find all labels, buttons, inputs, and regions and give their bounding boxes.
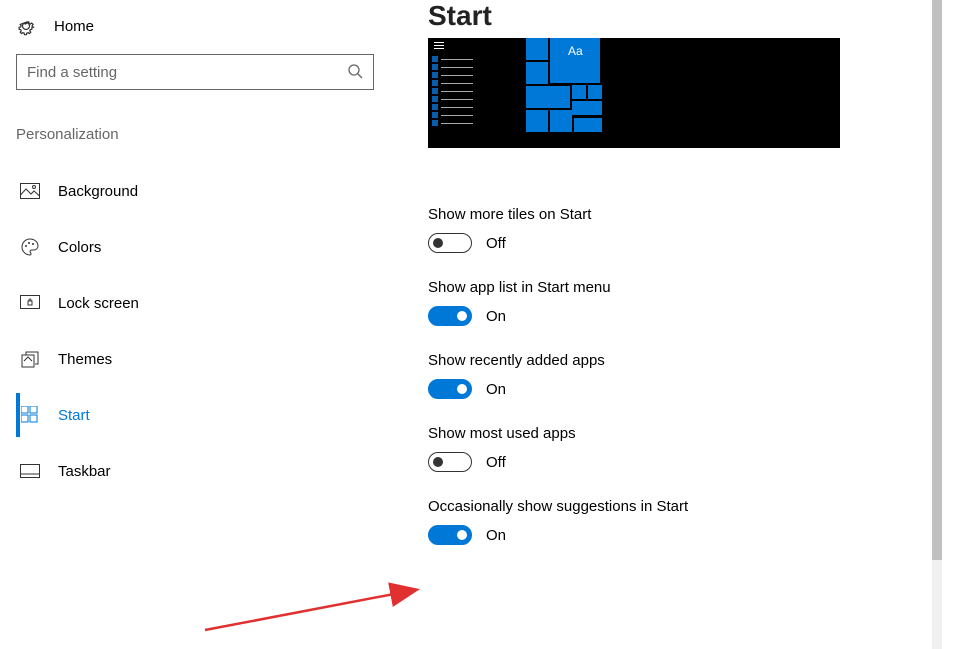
sidebar-item-themes[interactable]: Themes <box>16 337 364 381</box>
main-content: Start <box>380 0 956 649</box>
sidebar-item-label: Lock screen <box>58 295 139 312</box>
setting-recently-added: Show recently added apps On <box>428 352 956 399</box>
home-button[interactable]: Home <box>16 12 364 54</box>
preview-sample-text: Aa <box>568 44 583 58</box>
start-icon <box>20 405 40 425</box>
toggle-more-tiles[interactable] <box>428 233 472 253</box>
sidebar-item-background[interactable]: Background <box>16 169 364 213</box>
home-label: Home <box>54 18 94 35</box>
sidebar-item-label: Background <box>58 183 138 200</box>
toggle-state: Off <box>486 235 506 252</box>
section-title: Personalization <box>16 126 364 143</box>
page-title: Start <box>428 0 956 32</box>
toggle-suggestions[interactable] <box>428 525 472 545</box>
settings-list: Show more tiles on Start Off Show app li… <box>428 206 956 545</box>
search-input-container[interactable] <box>16 54 374 90</box>
setting-label: Show app list in Start menu <box>428 279 956 296</box>
taskbar-icon <box>20 461 40 481</box>
picture-icon <box>20 181 40 201</box>
gear-icon <box>16 16 36 36</box>
themes-icon <box>20 349 40 369</box>
hamburger-icon <box>434 42 444 51</box>
toggle-state: On <box>486 527 506 544</box>
lockscreen-icon <box>20 293 40 313</box>
toggle-state: On <box>486 308 506 325</box>
setting-label: Show recently added apps <box>428 352 956 369</box>
sidebar-item-label: Start <box>58 407 90 424</box>
setting-most-used: Show most used apps Off <box>428 425 956 472</box>
sidebar-item-label: Colors <box>58 239 101 256</box>
scrollbar[interactable] <box>932 0 942 649</box>
setting-label: Show more tiles on Start <box>428 206 956 223</box>
sidebar-item-start[interactable]: Start <box>16 393 364 437</box>
toggle-recently-added[interactable] <box>428 379 472 399</box>
setting-label: Show most used apps <box>428 425 956 442</box>
toggle-state: Off <box>486 454 506 471</box>
scrollbar-thumb[interactable] <box>932 0 942 560</box>
start-preview: Aa <box>428 38 840 148</box>
setting-more-tiles: Show more tiles on Start Off <box>428 206 956 253</box>
setting-app-list: Show app list in Start menu On <box>428 279 956 326</box>
palette-icon <box>20 237 40 257</box>
toggle-state: On <box>486 381 506 398</box>
sidebar-item-colors[interactable]: Colors <box>16 225 364 269</box>
sidebar-item-label: Taskbar <box>58 463 111 480</box>
nav-list: Background Colors Lock screen Themes <box>16 169 364 493</box>
search-icon <box>347 63 363 82</box>
search-input[interactable] <box>27 64 347 81</box>
sidebar-item-lockscreen[interactable]: Lock screen <box>16 281 364 325</box>
toggle-app-list[interactable] <box>428 306 472 326</box>
setting-suggestions: Occasionally show suggestions in Start O… <box>428 498 956 545</box>
sidebar: Home Personalization Background Colors <box>0 0 380 649</box>
sidebar-item-label: Themes <box>58 351 112 368</box>
setting-label: Occasionally show suggestions in Start <box>428 498 956 515</box>
toggle-most-used[interactable] <box>428 452 472 472</box>
sidebar-item-taskbar[interactable]: Taskbar <box>16 449 364 493</box>
